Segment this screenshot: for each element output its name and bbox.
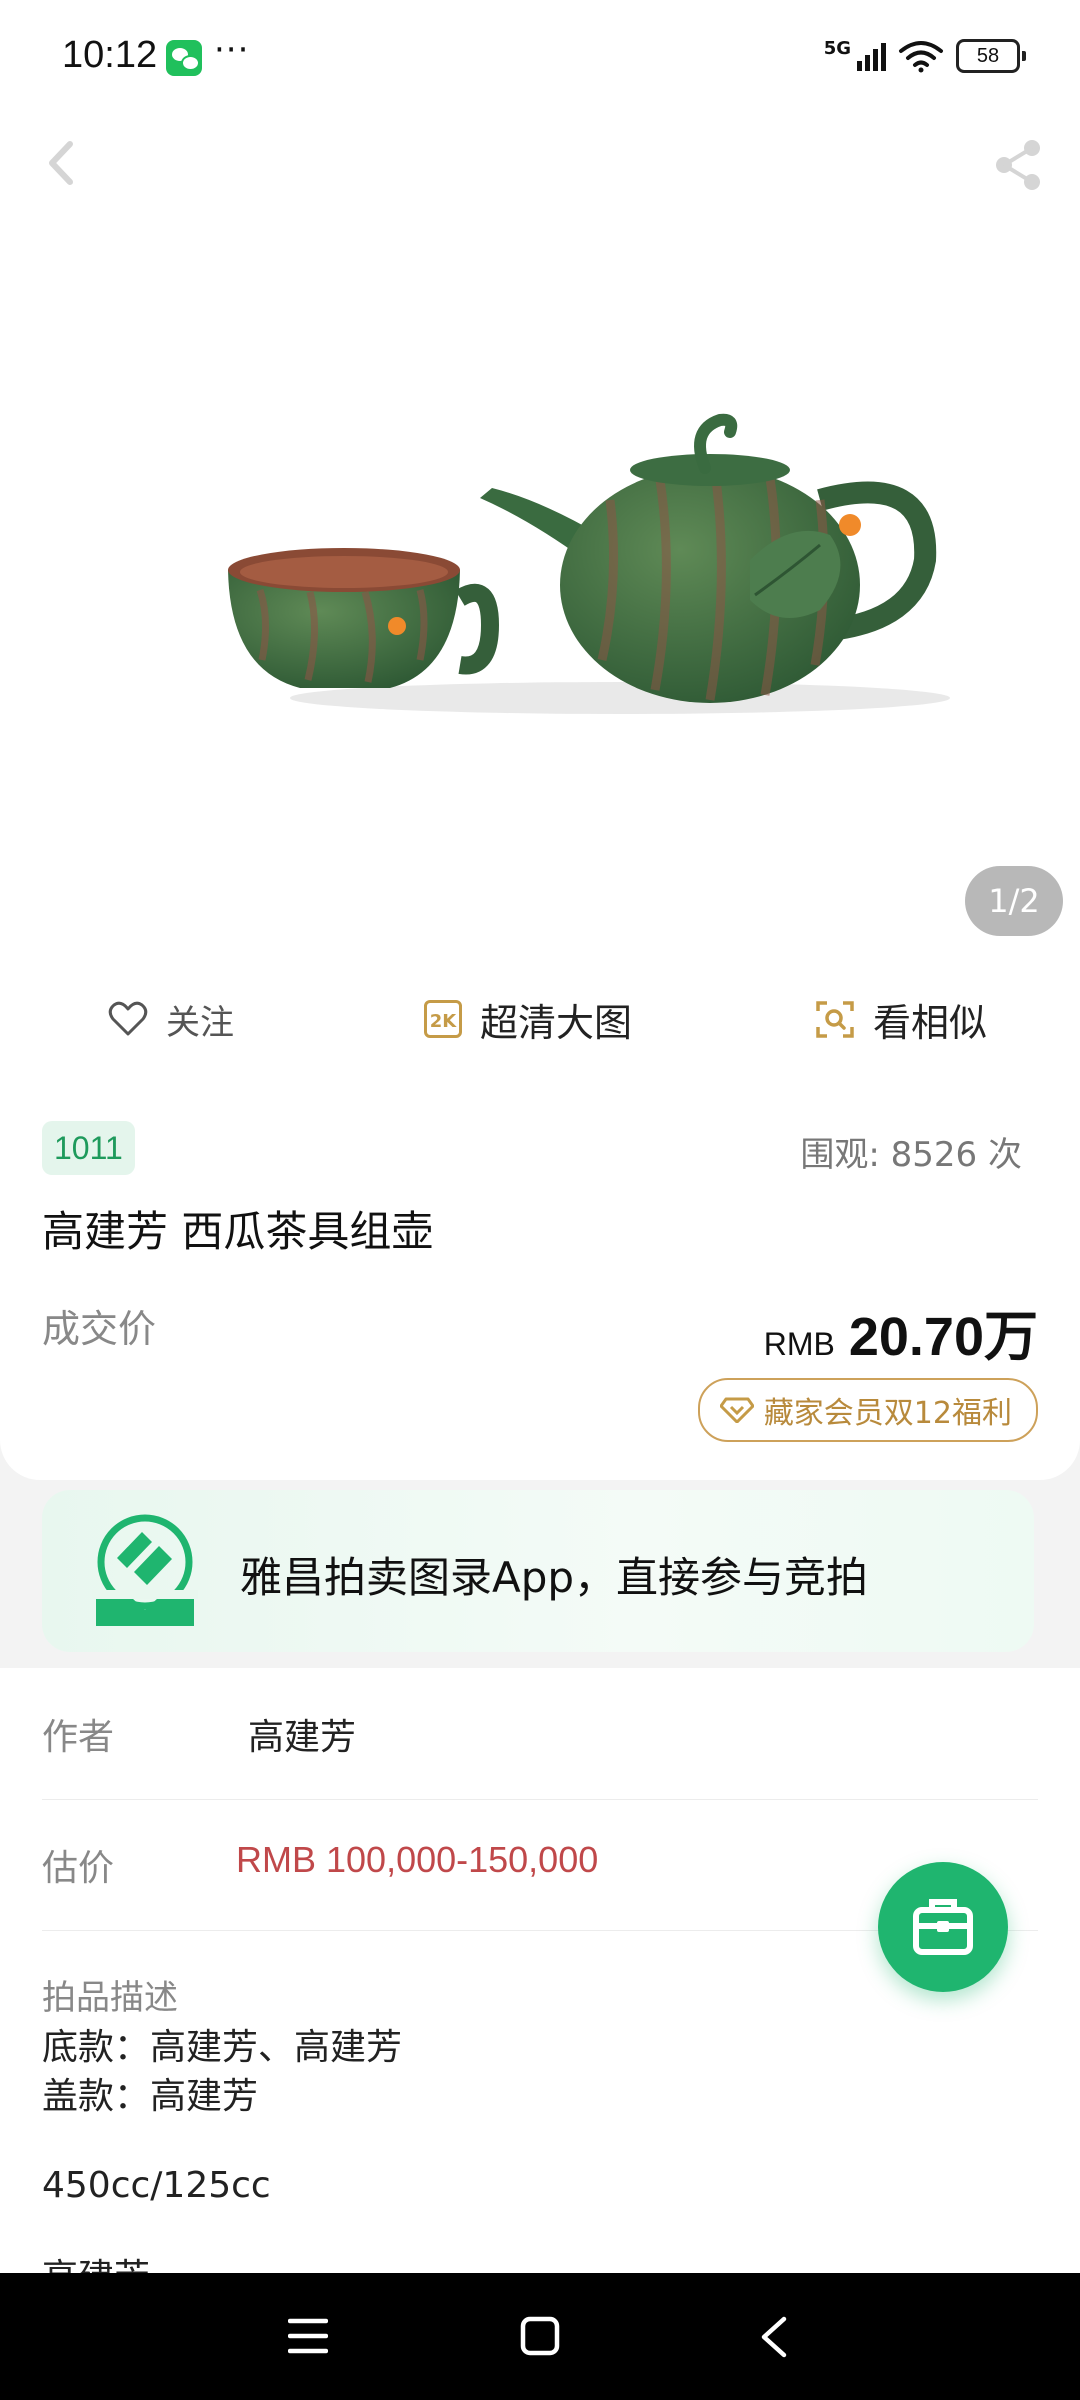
teaset-image (228, 413, 950, 714)
author-label: 作者 (42, 1717, 115, 1758)
page: 10:12 ··· 5G 58 1/2 关注 2K 超清大图 看相似 1011 … (0, 0, 1080, 2400)
system-nav-bar (0, 2273, 1080, 2400)
app-promo-banner[interactable]: 雅昌拍卖图录App，直接参与竞拍 (42, 1490, 1034, 1652)
lot-number-badge: 1011 (42, 1121, 135, 1175)
scan-search-icon (816, 1001, 854, 1038)
heart-icon (108, 1001, 148, 1036)
share-icon[interactable] (992, 130, 1044, 200)
signal-icon (857, 41, 886, 71)
deal-price-label: 成交价 (42, 1307, 157, 1351)
wifi-icon (899, 41, 943, 73)
nav-back-icon[interactable] (756, 2315, 792, 2359)
author-row: 作者 高建芳 (42, 1668, 1038, 1800)
hd-image-button[interactable]: 2K 超清大图 (424, 960, 632, 1078)
home-icon[interactable] (520, 2315, 560, 2357)
briefcase-icon (913, 1899, 973, 1955)
artron-logo-icon (92, 1514, 198, 1626)
wechat-icon (166, 40, 202, 76)
similar-label: 看相似 (873, 1000, 988, 1045)
price-currency: RMB (763, 1326, 835, 1362)
deal-price: RMB 20.70万 (764, 1292, 1038, 1371)
member-welfare-button[interactable]: 藏家会员双12福利 (697, 1378, 1038, 1442)
status-indicators: 5G 58 (823, 36, 1026, 76)
network-type: 5G (823, 37, 851, 59)
estimate-value: RMB 100,000-150,000 (236, 1839, 599, 1880)
image-counter: 1/2 (965, 866, 1063, 936)
description-line: 450cc/125cc (42, 2165, 271, 2206)
welfare-label: 藏家会员双12福利 (763, 1396, 1012, 1431)
diamond-icon (719, 1397, 754, 1423)
briefcase-fab-button[interactable] (878, 1862, 1008, 1992)
price-value: 20.70万 (848, 1307, 1038, 1367)
status-bar: 10:12 ··· 5G 58 (0, 0, 1080, 115)
similar-button[interactable]: 看相似 (815, 960, 987, 1078)
battery-icon: 58 (956, 39, 1026, 73)
estimate-label: 估价 (42, 1848, 115, 1889)
lot-info-card: 1011 围观: 8526 次 高建芳 西瓜茶具组壶 成交价 RMB 20.70… (0, 1078, 1080, 1480)
description-line: 底款：高建芳、高建芳 (42, 2027, 403, 2068)
description-title: 拍品描述 (42, 1978, 178, 2018)
back-icon[interactable] (36, 128, 84, 198)
view-count: 围观: 8526 次 (800, 1135, 1022, 1175)
author-value[interactable]: 高建芳 (248, 1708, 356, 1760)
banner-text: 雅昌拍卖图录App，直接参与竞拍 (240, 1553, 869, 1602)
follow-label: 关注 (166, 1002, 234, 1043)
follow-button[interactable]: 关注 (108, 960, 234, 1078)
lot-title: 高建芳 西瓜茶具组壶 (42, 1207, 434, 1256)
more-notifications-icon: ··· (214, 30, 250, 70)
menu-icon[interactable] (288, 2317, 328, 2355)
status-time: 10:12 (62, 34, 158, 76)
description-line: 盖款：高建芳 (42, 2076, 259, 2117)
action-row: 关注 2K 超清大图 看相似 (0, 960, 1080, 1079)
hd-2k-icon: 2K (424, 1000, 462, 1038)
hd-label: 超清大图 (480, 1000, 633, 1045)
